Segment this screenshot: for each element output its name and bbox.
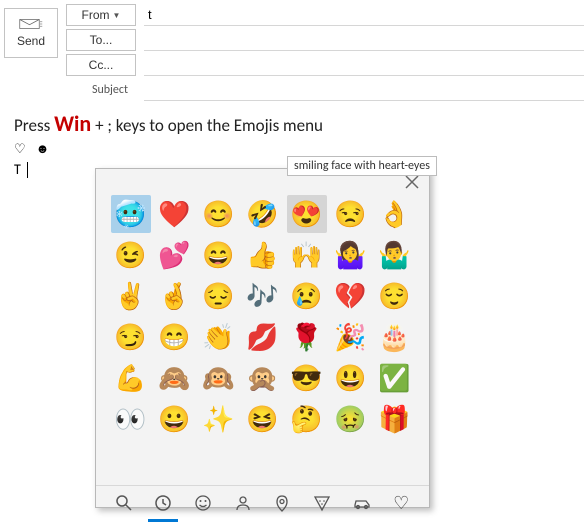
emoji-smirk[interactable]: 😏 (111, 318, 151, 356)
emoji-red-heart[interactable]: ❤️ (155, 195, 195, 233)
emoji-relieved[interactable]: 😌 (375, 277, 415, 315)
emoji-smile-open[interactable]: 😃 (331, 359, 371, 397)
emoji-sunglasses[interactable]: 😎 (287, 359, 327, 397)
category-people-icon[interactable] (228, 486, 258, 522)
emoji-rose[interactable]: 🌹 (287, 318, 327, 356)
emoji-speak-no-evil[interactable]: 🙊 (243, 359, 283, 397)
emoji-tada[interactable]: 🎉 (331, 318, 371, 356)
emoji-clap[interactable]: 👏 (199, 318, 239, 356)
emoji-rofl[interactable]: 🤣 (243, 195, 283, 233)
emoji-crying[interactable]: 😢 (287, 277, 327, 315)
text-cursor (27, 162, 28, 178)
subject-field[interactable] (144, 79, 584, 101)
emoji-hear-no-evil[interactable]: 🙉 (199, 359, 239, 397)
emoji-cold-face[interactable]: 🥶 (111, 195, 151, 233)
emoji-category-bar: ♡ (96, 485, 429, 522)
close-icon[interactable] (405, 175, 419, 189)
from-label: From (82, 8, 110, 22)
emoji-two-hearts[interactable]: 💕 (155, 236, 195, 274)
category-transport-icon[interactable] (347, 486, 377, 522)
emoji-ok-hand[interactable]: 👌 (375, 195, 415, 233)
from-field[interactable] (144, 4, 584, 26)
emoji-beaming[interactable]: 😁 (155, 318, 195, 356)
emoji-grid: 🥶 ❤️ 😊 🤣 😍 😒 👌 😉 💕 😄 👍 🙌 🤷‍♀️ 🤷‍♂️ ✌️ 🤞 … (96, 189, 429, 485)
category-places-icon[interactable] (267, 486, 297, 522)
to-field[interactable] (144, 29, 584, 51)
send-button[interactable]: Send (4, 8, 58, 58)
envelope-icon (19, 18, 43, 30)
category-symbols-icon[interactable]: ♡ (386, 486, 416, 522)
emoji-shrug-woman[interactable]: 🤷‍♀️ (331, 236, 371, 274)
subject-label: Subject (66, 79, 136, 101)
emoji-eyes[interactable]: 👀 (111, 400, 151, 438)
from-button[interactable]: From ▼ (66, 4, 136, 26)
category-search-icon[interactable] (109, 486, 139, 522)
emoji-see-no-evil[interactable]: 🙈 (155, 359, 195, 397)
send-label: Send (17, 34, 45, 48)
emoji-heart-eyes[interactable]: 😍 (287, 195, 327, 233)
emoji-wink[interactable]: 😉 (111, 236, 151, 274)
emoji-crossed-fingers[interactable]: 🤞 (155, 277, 195, 315)
cc-field[interactable] (144, 54, 584, 76)
category-food-icon[interactable] (307, 486, 337, 522)
emoji-cake[interactable]: 🎂 (375, 318, 415, 356)
face-icon: ☻ (36, 141, 50, 157)
emoji-grinning[interactable]: 😀 (155, 400, 195, 438)
to-button[interactable]: To... (66, 29, 136, 51)
emoji-kiss[interactable]: 💋 (243, 318, 283, 356)
emoji-raised-hands[interactable]: 🙌 (287, 236, 327, 274)
category-smileys-icon[interactable] (188, 486, 218, 522)
heart-outline-icon: ♡ (14, 142, 26, 157)
emoji-flex[interactable]: 💪 (111, 359, 151, 397)
emoji-shrug-man[interactable]: 🤷‍♂️ (375, 236, 415, 274)
category-recent-icon[interactable] (148, 486, 178, 522)
emoji-nauseated[interactable]: 🤢 (331, 400, 371, 438)
emoji-smiling[interactable]: 😊 (199, 195, 239, 233)
cc-button[interactable]: Cc... (66, 54, 136, 76)
emoji-broken-heart[interactable]: 💔 (331, 277, 371, 315)
emoji-sparkles[interactable]: ✨ (199, 400, 239, 438)
body-text: T (14, 161, 21, 178)
emoji-gift[interactable]: 🎁 (375, 400, 415, 438)
emoji-tooltip: smiling face with heart-eyes (287, 156, 437, 176)
emoji-check[interactable]: ✅ (375, 359, 415, 397)
instruction-text: Press Win + ; keys to open the Emojis me… (14, 110, 588, 137)
emoji-thumbs-up[interactable]: 👍 (243, 236, 283, 274)
emoji-grin[interactable]: 😄 (199, 236, 239, 274)
emoji-unamused[interactable]: 😒 (331, 195, 371, 233)
emoji-pensive[interactable]: 😔 (199, 277, 239, 315)
emoji-laugh[interactable]: 😆 (243, 400, 283, 438)
emoji-picker-panel: 🥶 ❤️ 😊 🤣 😍 😒 👌 😉 💕 😄 👍 🙌 🤷‍♀️ 🤷‍♂️ ✌️ 🤞 … (95, 168, 430, 508)
chevron-down-icon: ▼ (113, 11, 121, 20)
emoji-notes[interactable]: 🎶 (243, 277, 283, 315)
emoji-thinking[interactable]: 🤔 (287, 400, 327, 438)
emoji-victory[interactable]: ✌️ (111, 277, 151, 315)
